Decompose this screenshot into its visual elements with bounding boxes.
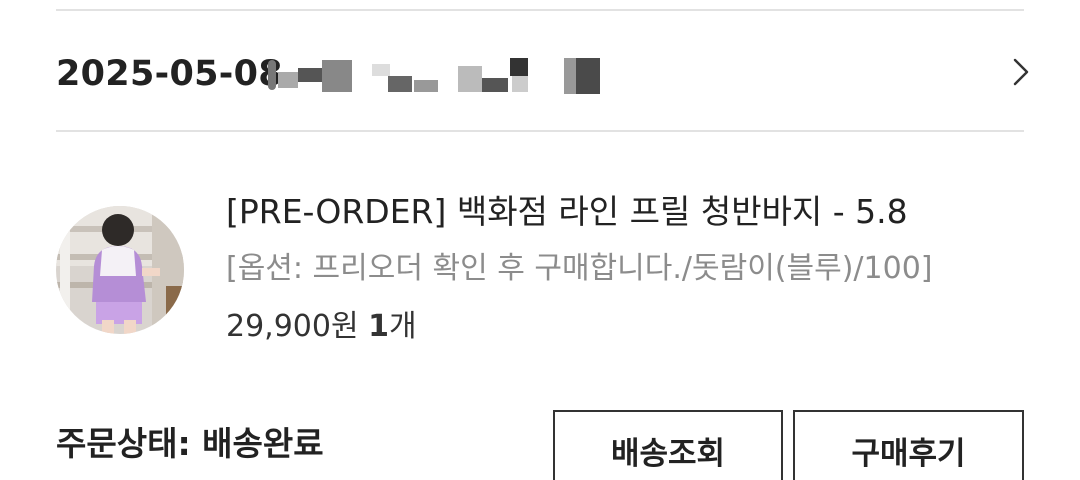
product-thumbnail[interactable] [56, 206, 184, 334]
product-item[interactable]: [PRE-ORDER] 백화점 라인 프릴 청반바지 - 5.8 [옵션: 프리… [0, 150, 1080, 350]
track-delivery-button[interactable]: 배송조회 [553, 410, 783, 480]
chevron-right-icon[interactable] [1008, 56, 1032, 88]
order-date: 2025-05-08 [56, 54, 283, 94]
order-number-redacted [268, 58, 608, 94]
order-header-row[interactable]: 2025-05-08 [0, 11, 1080, 130]
order-status: 주문상태: 배송완료 [56, 424, 324, 463]
product-price-line: 29,900원 1개 [226, 306, 417, 348]
product-price: 29,900원 [226, 309, 359, 344]
order-detail-page: 2025-05-08 [PRE-ORDER] 백화점 라인 프릴 청반바지 - … [0, 0, 1080, 480]
product-option: [옵션: 프리오더 확인 후 구매합니다./돗람이(블루)/100] [226, 251, 933, 286]
product-name[interactable]: [PRE-ORDER] 백화점 라인 프릴 청반바지 - 5.8 [226, 190, 908, 234]
header-divider [56, 130, 1024, 132]
product-quantity-unit: 개 [389, 309, 417, 344]
product-quantity: 1 [368, 309, 389, 344]
write-review-button[interactable]: 구매후기 [793, 410, 1024, 480]
